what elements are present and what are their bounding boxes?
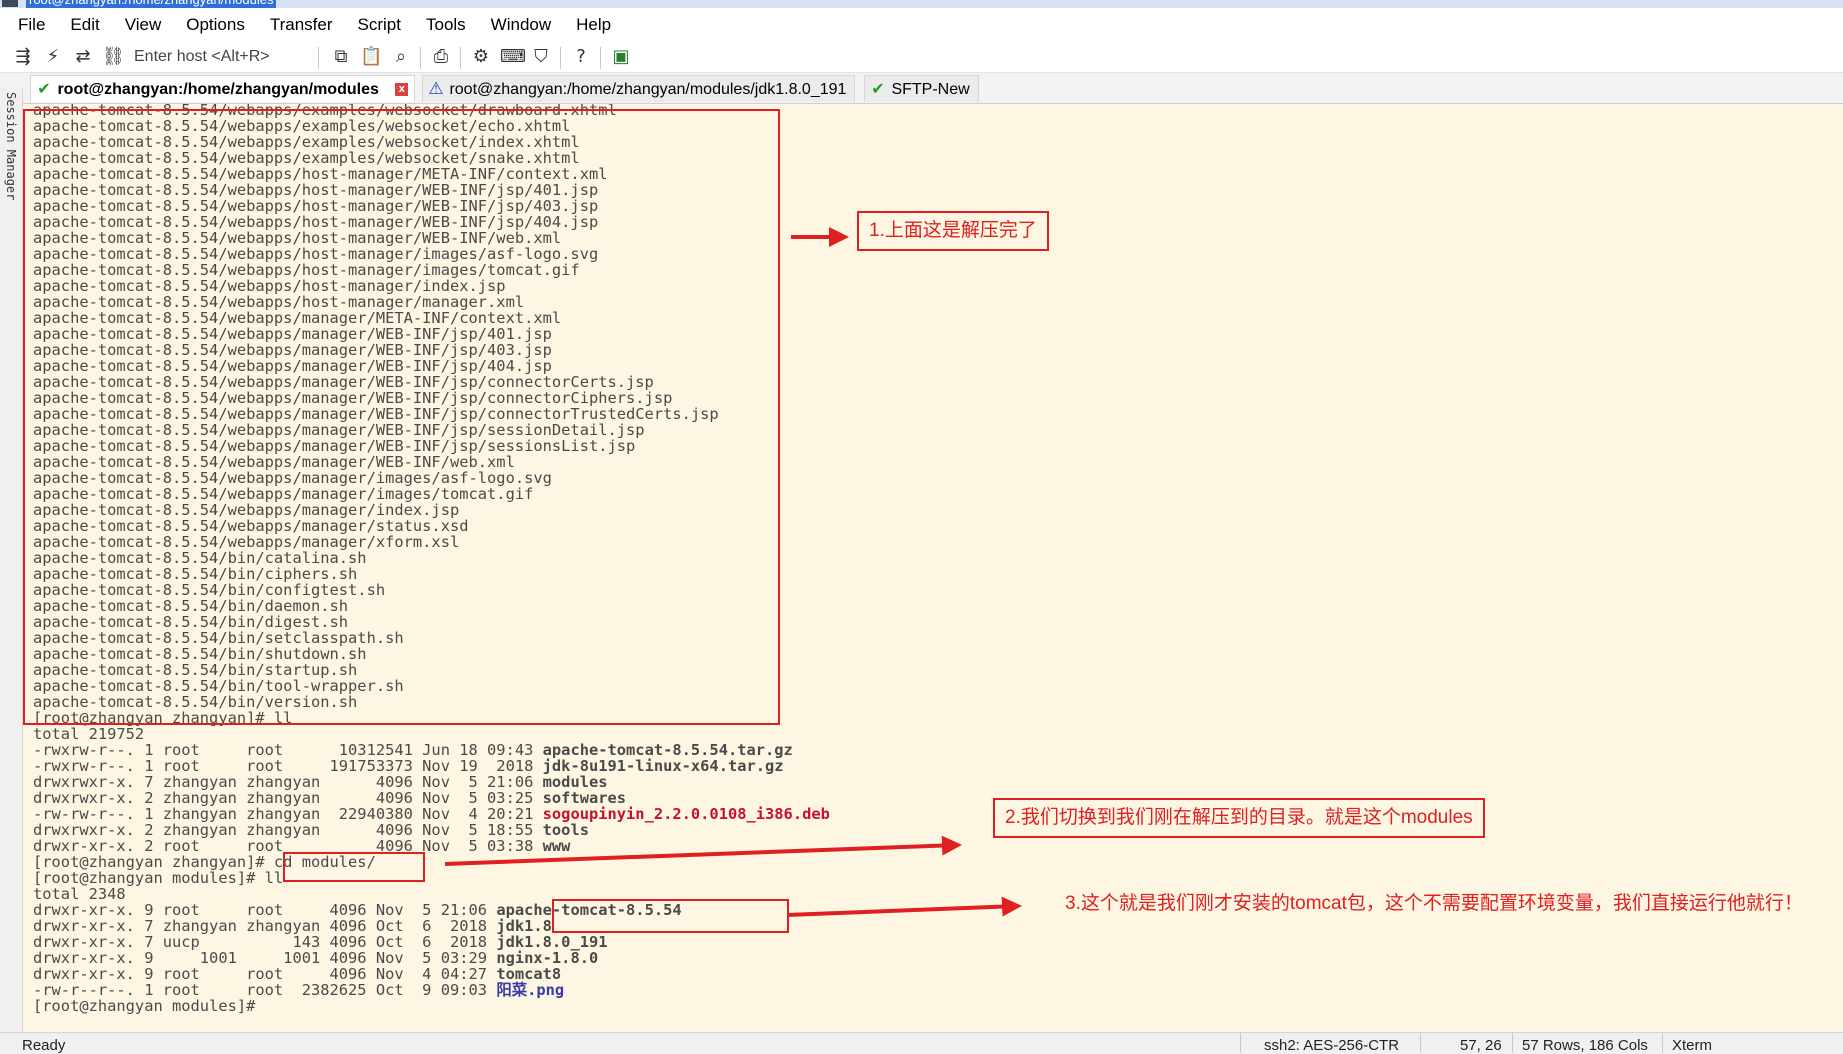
tab-label: SFTP-New [891,81,970,98]
print-icon[interactable]: ⎙ [430,46,452,68]
toolbar-separator [600,47,601,69]
menu-window[interactable]: Window [481,8,561,42]
menu-options[interactable]: Options [176,8,255,42]
host-input[interactable] [134,46,314,68]
arrow-to-label-2 [444,835,962,866]
keymap-icon[interactable]: ⌨ [500,46,526,68]
app-icon [2,0,18,7]
connect-icon[interactable]: ⇶ [12,46,34,68]
status-separator [1240,1033,1241,1053]
menu-bar: File Edit View Options Transfer Script T… [0,8,1843,42]
screenshot-icon[interactable]: ▣ [610,46,632,68]
terminal-view[interactable]: apache-tomcat-8.5.54/webapps/examples/we… [23,104,1843,1032]
connected-check-icon: ✔ [37,79,51,98]
quick-connect-icon[interactable]: ⚡ [42,46,64,68]
status-separator [1512,1033,1513,1053]
status-separator [1662,1033,1663,1053]
tab-label: root@zhangyan:/home/zhangyan/modules [57,81,379,98]
sftp-icon[interactable]: ⛉ [530,46,552,68]
arrow-to-label-3 [786,896,1022,917]
session-manager-panel[interactable]: Session Manager [0,88,23,1038]
toolbar: ⇶ ⚡ ⇄ ⛓ ⧉ 📋 ⌕ ⎙ ⚙ ⌨ ⛉ ? ▣ [0,42,1843,73]
tab-session-modules[interactable]: ✔ root@zhangyan:/home/zhangyan/modules x [30,75,416,102]
menu-help[interactable]: Help [566,8,621,42]
menu-file[interactable]: File [0,8,55,42]
reconnect-icon[interactable]: ⇄ [72,46,94,68]
annotation-arrows [444,227,1022,917]
help-icon[interactable]: ? [570,46,592,68]
connected-check-icon: ✔ [871,79,885,98]
toolbar-separator [420,47,421,69]
toolbar-separator [460,47,461,69]
toolbar-separator [318,47,319,69]
disconnect-icon[interactable]: ⛓ [102,46,125,68]
tab-label: root@zhangyan:/home/zhangyan/modules/jdk… [449,81,847,98]
session-manager-label: Session Manager [4,92,18,201]
status-bar: Ready ssh2: AES-256-CTR 57, 26 57 Rows, … [0,1032,1843,1054]
status-separator [1420,1033,1421,1053]
session-tab-bar: ✔ root@zhangyan:/home/zhangyan/modules x… [0,73,1843,104]
menu-transfer[interactable]: Transfer [260,8,343,42]
title-bar: root@zhangyan:/home/zhangyan/modules [0,0,1843,8]
menu-script[interactable]: Script [348,8,411,42]
copy-icon[interactable]: ⧉ [330,46,352,68]
menu-edit[interactable]: Edit [60,8,109,42]
window-title: root@zhangyan:/home/zhangyan/modules [26,0,277,8]
close-tab-icon[interactable]: x [395,83,409,97]
tab-sftp-new[interactable]: ✔ SFTP-New [864,75,979,102]
toolbar-separator [560,47,561,69]
find-icon[interactable]: ⌕ [390,46,412,68]
settings-icon[interactable]: ⚙ [470,46,492,68]
menu-view[interactable]: View [115,8,172,42]
tab-session-jdk[interactable]: ⚠ root@zhangyan:/home/zhangyan/modules/j… [422,75,856,102]
menu-tools[interactable]: Tools [416,8,476,42]
paste-icon[interactable]: 📋 [360,46,382,68]
warning-icon: ⚠ [428,79,444,99]
